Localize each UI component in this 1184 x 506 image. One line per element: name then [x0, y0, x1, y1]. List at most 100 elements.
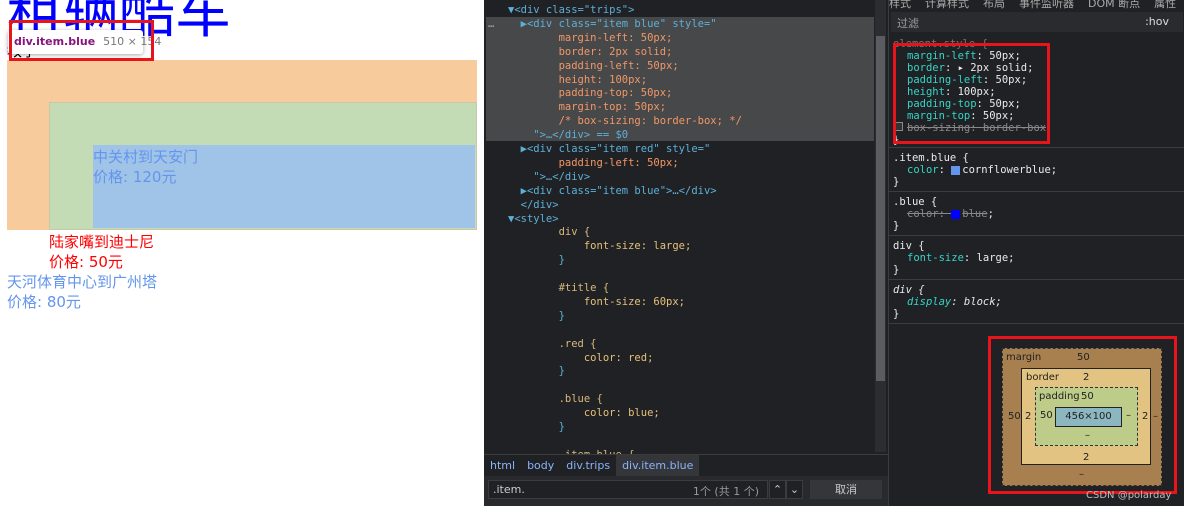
- dom-line[interactable]: ">…</div>: [508, 170, 888, 184]
- filter-placeholder: 过滤: [897, 17, 919, 30]
- margin-top[interactable]: 50: [1077, 352, 1090, 363]
- dom-line[interactable]: ▼<style>: [508, 212, 888, 226]
- scrollbar-thumb[interactable]: [876, 36, 885, 381]
- dom-line[interactable]: margin-left: 50px;: [508, 31, 888, 45]
- styles-tab[interactable]: 事件监听器: [1019, 0, 1074, 10]
- margin-bottom[interactable]: –: [1079, 469, 1084, 480]
- dom-line[interactable]: }: [508, 420, 888, 434]
- styles-tab[interactable]: 布局: [983, 0, 1005, 10]
- dom-line[interactable]: .blue {: [508, 392, 888, 406]
- dom-line[interactable]: padding-top: 50px;: [508, 86, 888, 100]
- dom-line[interactable]: ">…</div> == $0: [508, 128, 888, 142]
- prop-value: cornflowerblue: [962, 164, 1051, 176]
- dom-line[interactable]: ▶<div class="item red" style=": [508, 142, 888, 156]
- rule-selector: .blue {: [893, 196, 938, 208]
- rule-selector: div {: [893, 284, 925, 296]
- dom-line[interactable]: border: 2px solid;: [508, 45, 888, 59]
- style-declaration[interactable]: color: cornflowerblue;: [893, 164, 1181, 176]
- trip-1-price: 价格: 120元: [93, 168, 177, 186]
- dom-line[interactable]: }: [508, 253, 888, 267]
- breadcrumb: html body div.trips div.item.blue: [484, 454, 888, 476]
- search-count: 1个 (共 1 个): [692, 485, 759, 498]
- dom-line[interactable]: font-size: large;: [508, 239, 888, 253]
- styles-tabs: 样式 计算样式 布局 事件监听器 DOM 断点 属性: [889, 0, 1184, 11]
- hov-button[interactable]: :hov: [1145, 15, 1169, 28]
- dom-line[interactable]: ▼<div class="trips">: [508, 3, 888, 17]
- margin-right[interactable]: –: [1153, 411, 1158, 422]
- style-rule: div {display: block;}: [889, 282, 1184, 324]
- style-declaration[interactable]: font-size: large;: [893, 252, 1181, 264]
- border-label: border: [1026, 372, 1060, 383]
- search-input[interactable]: .item. 1个 (共 1 个): [488, 480, 768, 499]
- trip-3-price: 价格: 80元: [7, 293, 81, 311]
- prop-value: large: [976, 252, 1009, 264]
- rule-selector: div {: [893, 240, 925, 252]
- breadcrumb-html[interactable]: html: [484, 455, 521, 476]
- border-left[interactable]: 2: [1025, 411, 1031, 422]
- dom-line[interactable]: height: 100px;: [508, 73, 888, 87]
- chevron-down-icon[interactable]: ⌄: [786, 480, 803, 499]
- more-icon[interactable]: …: [488, 18, 494, 30]
- elements-panel: ▼<div class="trips"> ▶<div class="item b…: [484, 0, 888, 454]
- dom-line[interactable]: #title {: [508, 281, 888, 295]
- trip-1-name: 中关村到天安门: [93, 148, 199, 166]
- border-top[interactable]: 2: [1083, 372, 1089, 383]
- dom-line[interactable]: [508, 434, 888, 448]
- styles-tab[interactable]: 样式: [889, 0, 911, 10]
- dom-line[interactable]: ▶<div class="item blue" style=": [508, 17, 888, 31]
- style-rule: .item.blue {color: cornflowerblue;}: [889, 150, 1184, 192]
- dom-line[interactable]: /* box-sizing: border-box; */: [508, 114, 888, 128]
- style-rule: div {font-size: large;}: [889, 238, 1184, 280]
- dom-line[interactable]: div {: [508, 225, 888, 239]
- styles-tab[interactable]: 计算样式: [925, 0, 969, 10]
- margin-left[interactable]: 50: [1008, 411, 1021, 422]
- rendered-page: 租辆酷车 教学 中关村到天安门 价格: 120元 陆家嘴到迪士尼 价格: 50元…: [0, 0, 484, 506]
- margin-label: margin: [1006, 352, 1042, 363]
- color-swatch[interactable]: [951, 165, 961, 175]
- box-model-margin: margin 50 50 – – border 2 2 2 2 padding …: [1002, 348, 1162, 486]
- style-declaration[interactable]: display: block;: [893, 296, 1181, 308]
- rule-selector: .item.blue {: [893, 152, 969, 164]
- padding-bottom[interactable]: –: [1085, 430, 1090, 441]
- search-bar: .item. 1个 (共 1 个) ⌃ ⌄ 取消: [484, 476, 888, 506]
- chevron-up-icon[interactable]: ⌃: [769, 480, 786, 499]
- prop-value: block: [963, 296, 996, 308]
- breadcrumb-div-trips[interactable]: div.trips: [560, 455, 616, 476]
- border-bottom[interactable]: 2: [1083, 452, 1089, 463]
- padding-left[interactable]: 50: [1040, 410, 1053, 421]
- watermark: CSDN @polarday: [1086, 490, 1172, 501]
- dom-line[interactable]: </div>: [508, 198, 888, 212]
- styles-tab[interactable]: 属性: [1154, 0, 1176, 10]
- dom-line[interactable]: .red {: [508, 337, 888, 351]
- box-model-content[interactable]: 456×100: [1055, 407, 1122, 427]
- breadcrumb-body[interactable]: body: [521, 455, 560, 476]
- dom-line[interactable]: margin-top: 50px;: [508, 100, 888, 114]
- dom-line[interactable]: [508, 323, 888, 337]
- style-rule: .blue {color: blue;}: [889, 194, 1184, 236]
- border-right[interactable]: 2: [1142, 411, 1148, 422]
- style-declaration[interactable]: color: blue;: [893, 208, 1181, 220]
- prop-value: blue: [962, 208, 988, 220]
- filter-input[interactable]: 过滤 :hov: [891, 12, 1183, 32]
- trip-3-name: 天河体育中心到广州塔: [7, 273, 158, 291]
- dom-line[interactable]: [508, 378, 888, 392]
- breadcrumb-div-item-blue[interactable]: div.item.blue: [616, 455, 700, 476]
- dom-line[interactable]: }: [508, 309, 888, 323]
- dom-line[interactable]: color: red;: [508, 351, 888, 365]
- dom-line[interactable]: ▶<div class="item blue">…</div>: [508, 184, 888, 198]
- cancel-button[interactable]: 取消: [810, 480, 882, 499]
- dom-line[interactable]: padding-left: 50px;: [508, 59, 888, 73]
- annotation-box: [893, 43, 1050, 144]
- dom-line[interactable]: [508, 267, 888, 281]
- dom-line[interactable]: padding-left: 50px;: [508, 156, 888, 170]
- color-swatch[interactable]: [951, 209, 961, 219]
- dom-line[interactable]: color: blue;: [508, 406, 888, 420]
- styles-tab[interactable]: DOM 断点: [1088, 0, 1140, 10]
- padding-label: padding: [1039, 391, 1080, 402]
- box-model-border: border 2 2 2 2 padding 50 50 – – 456×100: [1021, 368, 1151, 465]
- dom-line[interactable]: }: [508, 364, 888, 378]
- dom-line[interactable]: font-size: 60px;: [508, 295, 888, 309]
- padding-right[interactable]: –: [1126, 410, 1131, 421]
- prop-name: font-size: [907, 252, 964, 264]
- padding-top[interactable]: 50: [1081, 391, 1094, 402]
